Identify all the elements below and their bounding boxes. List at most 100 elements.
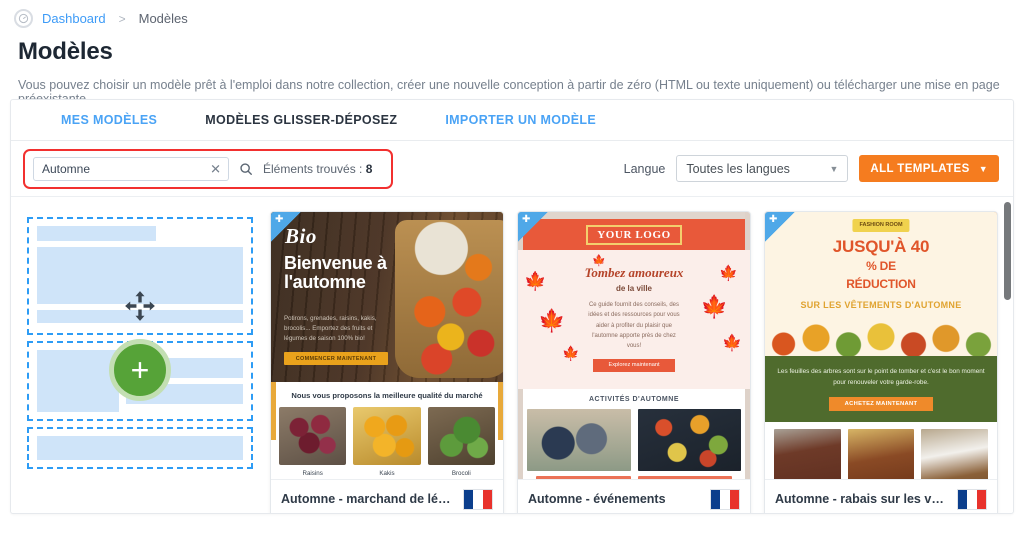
model-image xyxy=(774,428,841,480)
card-title: Automne - rabais sur les vêtem... xyxy=(775,492,949,507)
template-card-marchand-de-legumes[interactable]: ✚ Bio Bienvenue à l'automne Potirons, gr… xyxy=(270,211,504,513)
preview-headline-line3: RÉDUCTION xyxy=(846,276,916,291)
all-templates-button[interactable]: ALL TEMPLATES ▼ xyxy=(859,155,999,182)
preview-cta-button: Explorez maintenant xyxy=(593,358,675,372)
tab-mes-modeles[interactable]: MES MODÈLES xyxy=(37,113,181,127)
product-image xyxy=(279,407,347,465)
tab-importer-un-modele[interactable]: IMPORTER UN MODÈLE xyxy=(421,113,620,127)
product-price: € 3.25 / kg xyxy=(353,477,420,479)
plus-icon: + xyxy=(130,352,150,388)
activity-caption xyxy=(637,476,732,480)
preview-subheadline: de la ville xyxy=(615,283,653,293)
model-image xyxy=(921,428,989,480)
page-root: Dashboard > Modèles Modèles Vous pouvez … xyxy=(0,0,1024,537)
add-template-button[interactable]: + xyxy=(109,339,171,401)
language-selected-value: Toutes les langues xyxy=(686,161,790,176)
tab-bar: MES MODÈLES MODÈLES GLISSER-DÉPOSEZ IMPO… xyxy=(11,100,1013,141)
search-icon xyxy=(239,162,253,176)
preview-headline: Tombez amoureux xyxy=(584,265,684,280)
product-item: Kakis € 3.25 / kg xyxy=(353,407,421,479)
template-card-rabais-vetements[interactable]: ✚ FASHION ROOM JUSQU'À 40 % DE RÉDUCTION… xyxy=(764,211,998,513)
product-price: € 2.99 / kg xyxy=(279,477,346,479)
leaf-icon: 🍁 xyxy=(700,294,728,319)
search-input[interactable] xyxy=(34,158,228,180)
toolbar-right-group: Langue Toutes les langues ▼ ALL TEMPLATE… xyxy=(624,155,999,182)
preview-paragraph: Les feuilles des arbres sont sur le poin… xyxy=(777,367,985,386)
product-image xyxy=(353,407,421,465)
product-price: € 1.87 / kg xyxy=(428,477,495,479)
search-field-wrapper: ✕ xyxy=(33,157,229,181)
move-arrows-icon xyxy=(123,289,157,328)
product-name: Kakis xyxy=(379,470,395,477)
activity-image xyxy=(527,409,631,471)
language-label: Langue xyxy=(623,161,666,176)
all-templates-label: ALL TEMPLATES xyxy=(870,162,970,175)
card-footer: Automne - rabais sur les vêtem... xyxy=(765,479,997,513)
preview-subheadline: SUR LES VÊTEMENTS D'AUTOMNE xyxy=(800,299,962,310)
preview-headline-line1: JUSQU'À 40 xyxy=(832,237,930,256)
preview-body: 🍁 🍁 🍁 🍁 🍁 🍁 🍁 Tombez amoureux de la vill… xyxy=(518,250,750,389)
template-preview: ✚ FASHION ROOM JUSQU'À 40 % DE RÉDUCTION… xyxy=(765,212,997,480)
product-name: Brocoli xyxy=(451,470,471,477)
preview-cta-button: ACHETEZ MAINTENANT xyxy=(829,396,933,411)
preview-paragraph: Ce guide fournit des conseils, des idées… xyxy=(588,301,680,350)
chevron-down-icon: ▼ xyxy=(829,163,839,174)
template-preview: ✚ Bio Bienvenue à l'automne Potirons, gr… xyxy=(271,212,503,480)
templates-panel: MES MODÈLES MODÈLES GLISSER-DÉPOSEZ IMPO… xyxy=(10,99,1014,514)
breadcrumb-current: Modèles xyxy=(138,11,188,26)
close-icon[interactable]: ✕ xyxy=(210,163,221,176)
placeholder-block-3 xyxy=(27,427,253,469)
preview-activity-captions xyxy=(527,471,741,480)
chevron-down-icon: ▼ xyxy=(978,163,988,174)
skeleton-block xyxy=(37,436,243,460)
page-title: Modèles xyxy=(18,38,113,65)
leaf-icon: 🍁 xyxy=(722,335,742,352)
preview-body: FASHION ROOM JUSQU'À 40 % DE RÉDUCTION S… xyxy=(765,212,997,480)
france-flag-icon xyxy=(710,488,740,510)
move-arrows-icon[interactable]: ✚ xyxy=(518,212,548,242)
activity-image xyxy=(637,409,741,471)
move-arrows-icon[interactable]: ✚ xyxy=(765,212,795,242)
preview-cta-button: COMMENCER MAINTENANT xyxy=(284,352,388,365)
card-title: Automne - marchand de légum... xyxy=(281,492,455,507)
results-count: 8 xyxy=(365,162,373,176)
card-title: Automne - événements xyxy=(528,492,666,507)
tab-modeles-glisser-deposez[interactable]: MODÈLES GLISSER-DÉPOSEZ xyxy=(181,113,421,127)
results-prefix: Éléments trouvés : xyxy=(263,162,363,176)
preview-logo-bar: YOUR LOGO xyxy=(518,219,750,250)
preview-activities: ACTIVITÉS D'AUTOMNE xyxy=(518,389,750,480)
move-arrows-icon[interactable]: ✚ xyxy=(271,212,301,242)
preview-activity-images xyxy=(527,409,741,471)
product-item: Raisins € 2.99 / kg xyxy=(279,407,347,479)
autumn-leaves-band xyxy=(765,315,997,356)
product-name: Raisins xyxy=(302,470,323,477)
skeleton-bar xyxy=(37,226,157,241)
preview-headline-line2: % DE xyxy=(866,258,896,273)
leaf-icon: 🍁 xyxy=(562,345,580,361)
product-image xyxy=(427,407,495,465)
breadcrumb: Dashboard > Modèles xyxy=(0,0,1024,28)
card-footer: Automne - événements xyxy=(518,479,750,513)
preview-headline: Bienvenue à l'automne xyxy=(284,253,387,293)
breadcrumb-link-dashboard[interactable]: Dashboard xyxy=(42,11,106,26)
template-preview: ✚ YOUR LOGO 🍁 🍁 🍁 🍁 🍁 🍁 🍁 Tombez amoureu… xyxy=(518,212,750,480)
preview-model-images xyxy=(765,421,997,480)
activity-caption xyxy=(536,476,631,480)
preview-section-label: ACTIVITÉS D'AUTOMNE xyxy=(589,396,679,403)
preview-logo: FASHION ROOM xyxy=(852,219,910,232)
template-card-evenements[interactable]: ✚ YOUR LOGO 🍁 🍁 🍁 🍁 🍁 🍁 🍁 Tombez amoureu… xyxy=(517,211,751,513)
results-count-label: Éléments trouvés : 8 xyxy=(263,162,372,176)
preview-product-list: Raisins € 2.99 / kg Kakis € 3.25 / kg Br… xyxy=(271,407,503,479)
preview-hero: Bio Bienvenue à l'automne Potirons, gren… xyxy=(271,212,503,382)
search-highlight-box: ✕ Éléments trouvés : 8 xyxy=(23,149,393,189)
template-grid: + ✚ Bio Bienvenue à l'automne Potirons, … xyxy=(11,197,1013,513)
breadcrumb-separator: > xyxy=(118,11,126,26)
template-card-placeholder[interactable]: + xyxy=(23,211,257,513)
vertical-scrollbar[interactable] xyxy=(1004,199,1011,511)
preview-paragraph: Potirons, grenades, raisins, kakis, broc… xyxy=(284,315,377,343)
scrollbar-thumb[interactable] xyxy=(1004,202,1011,300)
language-select[interactable]: Toutes les langues ▼ xyxy=(676,155,849,182)
preview-topbar xyxy=(518,212,750,219)
model-image xyxy=(847,428,915,480)
skeleton-block xyxy=(37,350,120,412)
